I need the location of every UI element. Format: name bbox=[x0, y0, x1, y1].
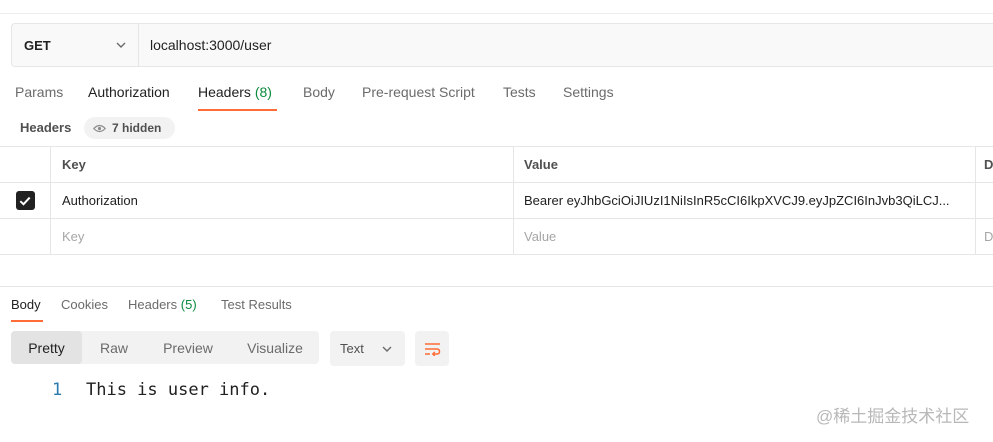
request-tabs: Params Authorization Headers (8) Body Pr… bbox=[0, 80, 993, 112]
active-response-tab-underline bbox=[11, 320, 43, 322]
tab-settings[interactable]: Settings bbox=[563, 80, 614, 111]
view-mode-raw[interactable]: Raw bbox=[89, 331, 139, 364]
method-label: GET bbox=[24, 37, 51, 53]
table-row: Authorization Bearer eyJhbGciOiJIUzI1NiI… bbox=[0, 183, 993, 219]
chevron-down-icon bbox=[382, 344, 392, 354]
hidden-headers-toggle[interactable]: 7 hidden bbox=[84, 117, 175, 139]
header-value-text: Bearer eyJhbGciOiJIUzI1NiIsInR5cCI6IkpXV… bbox=[524, 193, 950, 208]
checkmark-icon bbox=[19, 196, 31, 206]
line-number: 1 bbox=[52, 380, 63, 400]
tab-body[interactable]: Body bbox=[303, 80, 335, 111]
response-tabs: Body Cookies Headers (5) Test Results bbox=[0, 296, 993, 322]
active-tab-underline bbox=[198, 109, 277, 111]
wrap-lines-icon bbox=[424, 342, 440, 356]
response-divider bbox=[0, 286, 993, 287]
empty-checkbox-cell bbox=[0, 219, 50, 254]
view-mode-pretty[interactable]: Pretty bbox=[11, 331, 82, 364]
response-tab-cookies[interactable]: Cookies bbox=[61, 296, 108, 322]
select-column-header bbox=[0, 147, 50, 182]
table-header-row: Key Value D bbox=[0, 146, 993, 183]
row-checkbox[interactable] bbox=[15, 191, 35, 210]
view-mode-visualize[interactable]: Visualize bbox=[235, 331, 315, 364]
new-value-input[interactable]: Value bbox=[513, 219, 975, 254]
response-tab-test-results[interactable]: Test Results bbox=[221, 296, 292, 322]
view-mode-segmented-control: Pretty Raw Preview Visualize bbox=[11, 331, 319, 364]
response-tab-headers[interactable]: Headers (5) bbox=[128, 296, 197, 322]
column-header-description: D bbox=[975, 147, 993, 182]
response-tab-body[interactable]: Body bbox=[11, 296, 43, 322]
tab-params[interactable]: Params bbox=[15, 80, 63, 111]
response-headers-count: (5) bbox=[180, 297, 197, 312]
format-select-label: Text bbox=[340, 341, 364, 356]
method-select[interactable]: GET bbox=[12, 24, 139, 66]
headers-section-title: Headers bbox=[20, 120, 72, 135]
watermark: @稀土掘金技术社区 bbox=[816, 407, 970, 426]
response-body-text: This is user info. bbox=[86, 380, 271, 400]
tab-headers[interactable]: Headers (8) bbox=[198, 80, 277, 111]
tab-tests[interactable]: Tests bbox=[503, 80, 536, 111]
header-description-cell[interactable] bbox=[975, 183, 993, 218]
url-input[interactable]: localhost:3000/user bbox=[139, 24, 993, 66]
format-select[interactable]: Text bbox=[330, 331, 405, 366]
header-key-cell[interactable]: Authorization bbox=[50, 183, 513, 218]
new-description-input[interactable]: D bbox=[975, 219, 993, 254]
row-checkbox-cell bbox=[0, 183, 50, 218]
table-row-empty: Key Value D bbox=[0, 219, 993, 255]
view-mode-preview[interactable]: Preview bbox=[153, 331, 223, 364]
hidden-headers-label: 7 hidden bbox=[112, 121, 162, 135]
new-key-input[interactable]: Key bbox=[50, 219, 513, 254]
tab-pre-request-script[interactable]: Pre-request Script bbox=[362, 80, 475, 111]
eye-icon bbox=[93, 124, 106, 133]
chevron-down-icon bbox=[116, 40, 126, 50]
wrap-lines-button[interactable] bbox=[415, 331, 449, 366]
column-header-value: Value bbox=[513, 147, 975, 182]
tab-authorization[interactable]: Authorization bbox=[88, 80, 170, 111]
top-divider bbox=[0, 13, 993, 14]
url-bar: GET localhost:3000/user bbox=[11, 23, 993, 67]
header-value-cell[interactable]: Bearer eyJhbGciOiJIUzI1NiIsInR5cCI6IkpXV… bbox=[513, 183, 975, 218]
column-header-key: Key bbox=[50, 147, 513, 182]
headers-count: (8) bbox=[254, 84, 272, 100]
